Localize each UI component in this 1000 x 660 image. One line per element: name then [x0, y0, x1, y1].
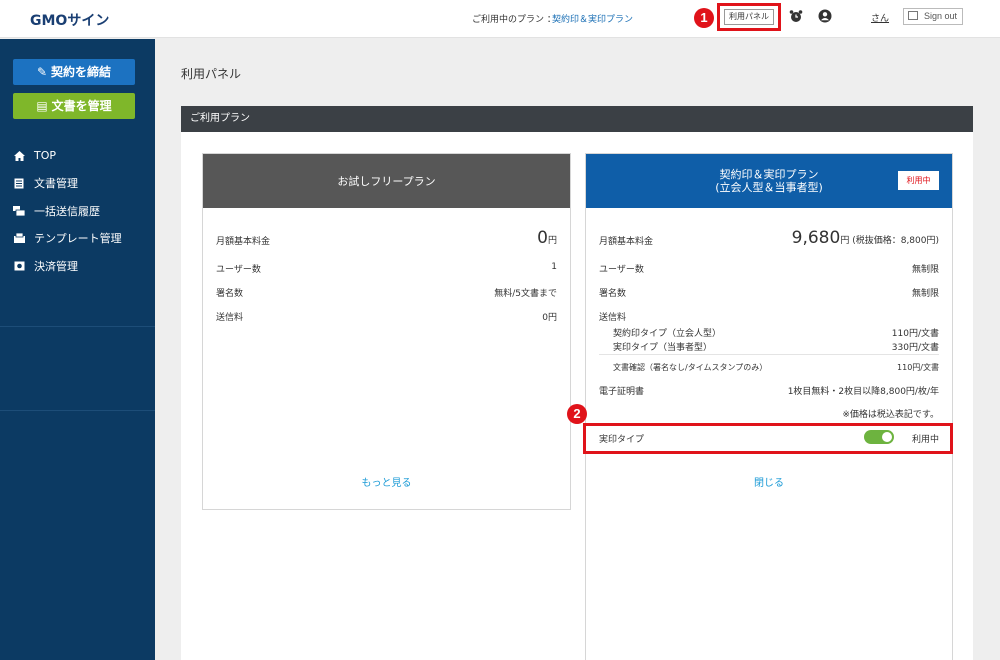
paid-monthly-fee-row: 月額基本料金 9,680円 (税抜価格：8,800円)	[599, 234, 939, 247]
certificate-row: 電子証明書 1枚目無料・2枚目以降8,800円/枚/年	[599, 384, 939, 397]
signatures-value: 無制限	[912, 286, 939, 299]
jitsuin-type-label: 実印タイプ（当事者型）	[613, 343, 712, 353]
send-fee-label: 送信料	[216, 313, 243, 323]
callout-1: 1	[694, 8, 714, 28]
gmo-sign-logo[interactable]: GMOサイン	[30, 10, 109, 30]
handshake-icon: ✎	[37, 59, 47, 85]
alarm-clock-icon[interactable]	[789, 9, 803, 23]
sidebar-nav: TOP 文書管理 一括送信履歴 テンプレート管理 決済管理	[13, 142, 122, 280]
user-account-icon[interactable]	[818, 9, 832, 23]
template-icon	[13, 233, 25, 244]
tax-excluded-note: (税抜価格：8,800円)	[852, 236, 939, 246]
free-plan-card: お試しフリープラン 月額基本料金 0円 ユーザー数 1 署名数 無料/5文書まで…	[202, 153, 571, 510]
paid-plan-header: 契約印＆実印プラン (立会人型＆当事者型) 利用中	[586, 154, 952, 208]
sign-contract-button[interactable]: ✎ 契約を締結	[13, 59, 135, 85]
manage-documents-label: 文書を管理	[52, 99, 112, 113]
plan-section: ご利用プラン お試しフリープラン 月額基本料金 0円 ユーザー数 1 署名数 無…	[181, 106, 973, 660]
callout-2: 2	[567, 404, 587, 424]
in-use-badge: 利用中	[898, 171, 939, 190]
sidebar-item-label: テンプレート管理	[34, 230, 122, 246]
users-value: 無制限	[912, 262, 939, 275]
sidebar-item-label: 一括送信履歴	[34, 203, 100, 219]
users-label: ユーザー数	[216, 265, 261, 275]
sign-out-button[interactable]: Sign out	[903, 8, 963, 25]
users-value: 1	[551, 262, 557, 272]
manage-documents-button[interactable]: ▤ 文書を管理	[13, 93, 135, 119]
monthly-fee-label: 月額基本料金	[216, 237, 270, 247]
document-icon	[13, 178, 25, 189]
monthly-fee-value: 9,680円 (税抜価格：8,800円)	[792, 228, 939, 248]
batch-send-icon	[13, 205, 25, 216]
doc-confirm-value: 110円/文書	[897, 362, 939, 373]
usage-panel-button[interactable]: 利用パネル	[724, 9, 774, 25]
sidebar-item-batch-send[interactable]: 一括送信履歴	[13, 197, 122, 225]
current-plan-label: ご利用中のプラン ：	[472, 12, 556, 25]
free-send-fee-row: 送信料 0円	[216, 310, 557, 323]
sign-out-label: Sign out	[924, 11, 957, 21]
signatures-value: 無料/5文書まで	[494, 286, 557, 299]
monthly-fee-label: 月額基本料金	[599, 237, 653, 247]
sidebar-divider	[0, 326, 155, 327]
home-icon	[13, 150, 25, 161]
fee-divider	[599, 354, 939, 355]
free-plan-title: お試しフリープラン	[337, 173, 435, 189]
payment-icon	[13, 260, 25, 271]
send-fee-label: 送信料	[599, 313, 626, 323]
paid-plan-title: 契約印＆実印プラン	[720, 168, 819, 181]
sidebar-item-payments[interactable]: 決済管理	[13, 252, 122, 280]
paid-plan-subtitle: (立会人型＆当事者型)	[715, 181, 823, 194]
free-monthly-fee-row: 月額基本料金 0円	[216, 234, 557, 247]
sidebar-item-label: TOP	[34, 149, 56, 162]
current-plan-link[interactable]: 契約印＆実印プラン	[552, 12, 633, 25]
user-name-link[interactable]: さん	[871, 11, 889, 24]
sidebar: ✎ 契約を締結 ▤ 文書を管理 TOP 文書管理 一括送信履歴 テンプレート管理	[0, 39, 155, 660]
section-header: ご利用プラン	[181, 106, 973, 132]
sidebar-item-top[interactable]: TOP	[13, 142, 122, 170]
doc-confirm-fee-row: 文書確認（署名なし/タイムスタンプのみ） 110円/文書	[613, 362, 939, 373]
sidebar-divider	[0, 410, 155, 411]
paid-signatures-row: 署名数 無制限	[599, 286, 939, 299]
send-fee-value: 0円	[542, 310, 557, 323]
jitsuin-type-fee-row: 実印タイプ（当事者型） 330円/文書	[613, 340, 939, 353]
sidebar-item-label: 文書管理	[34, 175, 78, 191]
seal-type-value: 110円/文書	[892, 326, 939, 339]
signatures-label: 署名数	[216, 289, 243, 299]
paid-send-fee-row: 送信料	[599, 310, 939, 323]
monthly-fee-value: 0円	[537, 228, 557, 248]
paid-users-row: ユーザー数 無制限	[599, 262, 939, 275]
sidebar-item-templates[interactable]: テンプレート管理	[13, 225, 122, 253]
sidebar-item-documents[interactable]: 文書管理	[13, 170, 122, 198]
certificate-value: 1枚目無料・2枚目以降8,800円/枚/年	[788, 384, 939, 397]
sign-contract-label: 契約を締結	[51, 65, 111, 79]
certificate-label: 電子証明書	[599, 387, 644, 397]
doc-confirm-label: 文書確認（署名なし/タイムスタンプのみ）	[613, 363, 767, 372]
free-users-row: ユーザー数 1	[216, 262, 557, 275]
close-link[interactable]: 閉じる	[586, 474, 952, 489]
sign-out-icon	[908, 11, 918, 20]
page-title: 利用パネル	[181, 65, 241, 82]
signatures-label: 署名数	[599, 289, 626, 299]
free-signatures-row: 署名数 無料/5文書まで	[216, 286, 557, 299]
highlight-jitsuin-toggle	[583, 423, 953, 454]
free-plan-header: お試しフリープラン	[203, 154, 570, 208]
tax-included-note: ※価格は税込表記です。	[842, 407, 939, 420]
top-header: GMOサイン ご利用中のプラン ： 契約印＆実印プラン 1 利用パネル さん S…	[0, 0, 1000, 38]
sidebar-item-label: 決済管理	[34, 258, 78, 274]
show-more-link[interactable]: もっと見る	[203, 474, 570, 489]
jitsuin-type-value: 330円/文書	[892, 340, 939, 353]
users-label: ユーザー数	[599, 265, 644, 275]
document-icon: ▤	[36, 93, 47, 119]
seal-type-label: 契約印タイプ（立会人型）	[613, 329, 721, 339]
seal-type-fee-row: 契約印タイプ（立会人型） 110円/文書	[613, 326, 939, 339]
paid-plan-card: 契約印＆実印プラン (立会人型＆当事者型) 利用中 月額基本料金 9,680円 …	[585, 153, 953, 660]
